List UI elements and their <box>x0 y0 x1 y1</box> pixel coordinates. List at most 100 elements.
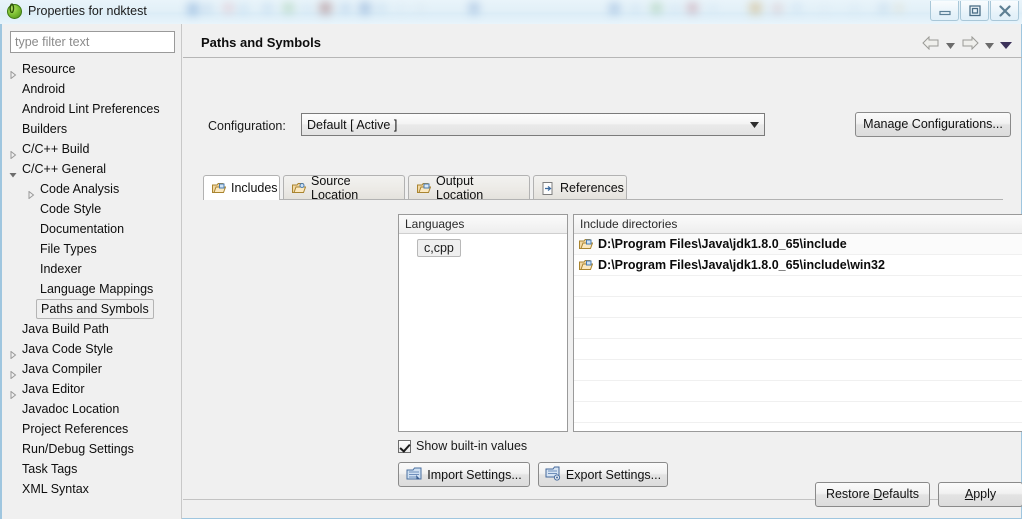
sidebar-item-java-compiler[interactable]: Java Compiler <box>2 359 181 380</box>
sidebar-item-label: Code Analysis <box>40 182 120 196</box>
configuration-select[interactable]: Default [ Active ] <box>301 113 765 136</box>
chevron-right-icon[interactable] <box>9 65 17 80</box>
sidebar-item-xml-syntax[interactable]: XML Syntax <box>2 479 181 499</box>
include-directory-empty-row[interactable] <box>574 402 1022 423</box>
apply-post: pply <box>973 487 997 501</box>
sidebar-item-file-types[interactable]: File Types <box>2 239 181 259</box>
sidebar-item-label: Documentation <box>40 222 125 236</box>
sidebar-item-label: Java Code Style <box>22 342 114 356</box>
manage-configurations-button[interactable]: Manage Configurations... <box>855 112 1011 137</box>
sidebar-item-label: Language Mappings <box>40 282 154 296</box>
sidebar-item-label: Java Editor <box>22 382 85 396</box>
include-directory-row[interactable]: D:\Program Files\Java\jdk1.8.0_65\includ… <box>574 234 1022 255</box>
settings-navigation-pane: Resource Android Android Lint Preferences B… <box>2 24 182 519</box>
tab-label: References <box>560 181 624 195</box>
tab-source-location[interactable]: Source Location <box>283 174 405 202</box>
output-folder-icon <box>417 182 431 195</box>
sidebar-item-language-mappings[interactable]: Language Mappings <box>2 279 181 299</box>
sidebar-item-java-editor[interactable]: Java Editor <box>2 379 181 400</box>
languages-list[interactable]: Languages c,cpp <box>398 214 568 432</box>
include-folder-icon <box>212 182 226 195</box>
window-controls <box>929 1 1019 21</box>
show-builtin-values-checkbox[interactable] <box>398 439 411 453</box>
sidebar-item-java-code-style[interactable]: Java Code Style <box>2 339 181 360</box>
sidebar-item-label: Javadoc Location <box>22 402 120 416</box>
import-settings-button[interactable]: Import Settings... <box>398 462 530 487</box>
sidebar-item-label: Java Build Path <box>22 322 109 336</box>
sidebar-item-code-analysis[interactable]: Code Analysis <box>2 179 181 200</box>
sidebar-item-project-references[interactable]: Project References <box>2 419 181 439</box>
filter-input[interactable] <box>10 31 175 53</box>
include-directory-empty-row[interactable] <box>574 318 1022 339</box>
include-directory-empty-row[interactable] <box>574 276 1022 297</box>
languages-header: Languages <box>399 215 567 234</box>
tab-references[interactable]: References <box>533 175 627 200</box>
include-directory-empty-row[interactable] <box>574 339 1022 360</box>
page-navigation-toolbar <box>916 35 1012 53</box>
sidebar-item-documentation[interactable]: Documentation <box>2 219 181 239</box>
restore-defaults-button[interactable]: Restore Defaults <box>815 482 930 507</box>
restore-defaults-mnemonic: D <box>873 487 883 501</box>
include-directory-empty-row[interactable] <box>574 381 1022 402</box>
show-builtin-values-row[interactable]: Show built-in values <box>398 439 527 453</box>
minimize-button[interactable] <box>930 1 959 21</box>
apply-button[interactable]: Apply <box>938 482 1022 507</box>
sidebar-item-c-c-build[interactable]: C/C++ Build <box>2 139 181 160</box>
include-directory-path: D:\Program Files\Java\jdk1.8.0_65\includ… <box>598 237 847 251</box>
sidebar-item-c-c-general[interactable]: C/C++ General <box>2 159 181 179</box>
chevron-right-icon[interactable] <box>27 185 35 200</box>
chevron-right-icon[interactable] <box>9 145 17 160</box>
chevron-right-icon[interactable] <box>9 345 17 360</box>
sidebar-item-label: Java Compiler <box>22 362 102 376</box>
tab-output-location[interactable]: Output Location <box>408 174 530 202</box>
sidebar-item-label: XML Syntax <box>22 482 89 496</box>
sidebar-item-android-lint-preferences[interactable]: Android Lint Preferences <box>2 99 181 119</box>
include-directory-empty-row[interactable] <box>574 297 1022 318</box>
include-directory-empty-row[interactable] <box>574 423 1022 431</box>
restore-defaults-post: efaults <box>882 487 920 501</box>
sidebar-item-label: Run/Debug Settings <box>22 442 134 456</box>
export-settings-button[interactable]: Export Settings... <box>538 462 668 487</box>
sidebar-item-code-style[interactable]: Code Style <box>2 199 181 219</box>
include-directory-row[interactable]: D:\Program Files\Java\jdk1.8.0_65\includ… <box>574 255 1022 276</box>
back-dropdown-icon[interactable] <box>946 38 955 52</box>
tab-underline <box>203 199 1003 200</box>
sidebar-item-android[interactable]: Android <box>2 79 181 99</box>
chevron-down-icon[interactable] <box>9 165 17 178</box>
view-menu-chevron-icon[interactable] <box>1000 38 1012 52</box>
sidebar-item-label: Paths and Symbols <box>36 299 154 319</box>
include-directory-path: D:\Program Files\Java\jdk1.8.0_65\includ… <box>598 258 885 272</box>
forward-dropdown-icon[interactable] <box>985 38 994 52</box>
maximize-button[interactable] <box>960 1 989 21</box>
sidebar-item-javadoc-location[interactable]: Javadoc Location <box>2 399 181 419</box>
sidebar-item-indexer[interactable]: Indexer <box>2 259 181 279</box>
include-directory-empty-row[interactable] <box>574 360 1022 381</box>
chevron-right-icon[interactable] <box>9 385 17 400</box>
include-directories-list[interactable]: Include directories D:\Program Files\Jav… <box>573 214 1022 432</box>
configuration-value: Default [ Active ] <box>307 117 398 132</box>
app-icon <box>7 3 22 19</box>
sidebar-item-resource[interactable]: Resource <box>2 59 181 80</box>
sidebar-item-java-build-path[interactable]: Java Build Path <box>2 319 181 339</box>
close-button[interactable] <box>990 1 1019 21</box>
include-directories-header: Include directories <box>574 215 1022 234</box>
chevron-right-icon[interactable] <box>9 365 17 380</box>
tab-includes[interactable]: Includes <box>203 175 280 200</box>
sidebar-item-label: C/C++ General <box>22 162 107 176</box>
export-settings-icon <box>545 466 561 484</box>
sidebar-item-label: Project References <box>22 422 129 436</box>
source-folder-icon <box>292 182 306 195</box>
sidebar-item-paths-and-symbols[interactable]: Paths and Symbols <box>2 299 181 319</box>
sidebar-item-label: Android Lint Preferences <box>22 102 160 116</box>
sidebar-item-builders[interactable]: Builders <box>2 119 181 139</box>
sidebar-item-task-tags[interactable]: Task Tags <box>2 459 181 479</box>
import-settings-icon <box>406 466 422 484</box>
back-arrow-icon[interactable] <box>922 35 940 53</box>
settings-tree[interactable]: Resource Android Android Lint Preferences B… <box>2 59 181 519</box>
sidebar-item-label: File Types <box>40 242 97 256</box>
sidebar-item-run-debug-settings[interactable]: Run/Debug Settings <box>2 439 181 459</box>
sidebar-item-label: C/C++ Build <box>22 142 90 156</box>
tab-label: Source Location <box>311 174 359 202</box>
language-item-c-cpp[interactable]: c,cpp <box>417 239 461 257</box>
forward-arrow-icon[interactable] <box>961 35 979 53</box>
